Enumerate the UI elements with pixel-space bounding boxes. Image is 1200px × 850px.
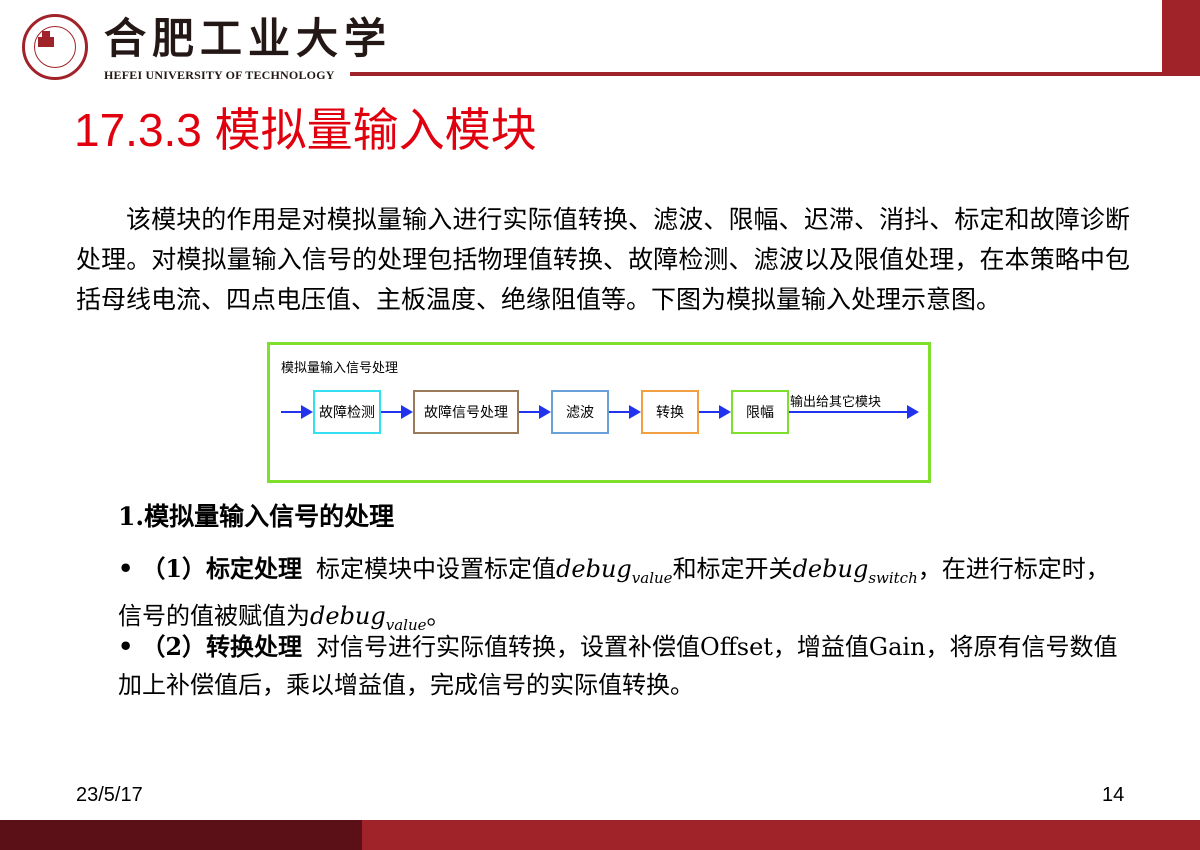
bullet-conversion: • （2）转换处理 对信号进行实际值转换，设置补偿值Offset，增益值Gain，将… bbox=[118, 628, 1128, 704]
university-logo-seal bbox=[22, 14, 88, 80]
math-subscript: value bbox=[631, 568, 673, 587]
page-number: 14 bbox=[1102, 784, 1125, 806]
bullet-text: 标定模块中设置标定值 bbox=[316, 555, 557, 583]
flow-arrow bbox=[519, 405, 551, 419]
footer-bar-red bbox=[362, 820, 1200, 850]
flow-box-fault-signal: 故障信号处理 bbox=[413, 390, 519, 434]
bullet-text: 和标定开关 bbox=[672, 555, 793, 583]
footer-bar-dark bbox=[0, 820, 362, 850]
diagram-caption: 模拟量输入信号处理 bbox=[281, 361, 399, 376]
header-corner-block bbox=[1162, 0, 1200, 76]
slide-date: 23/5/17 bbox=[76, 784, 143, 806]
flow-box-convert: 转换 bbox=[641, 390, 699, 434]
bullet-lead: （2）转换处理 bbox=[141, 632, 303, 661]
flow-arrow-out bbox=[789, 405, 919, 419]
bullet-text: 。 bbox=[426, 601, 451, 630]
header-divider bbox=[350, 72, 1162, 76]
flow-output-label: 输出给其它模块 bbox=[790, 395, 882, 410]
flow-arrow bbox=[381, 405, 413, 419]
bullet-lead: （1）标定处理 bbox=[141, 554, 303, 583]
bullet-marker: • bbox=[118, 632, 134, 661]
math-debug-value: debugvalue bbox=[310, 601, 427, 634]
seal-inner-ring bbox=[34, 26, 76, 68]
math-base: debug bbox=[556, 555, 632, 583]
flow-box-fault-detect: 故障检测 bbox=[313, 390, 381, 434]
math-base: debug bbox=[310, 601, 386, 630]
math-debug-switch: debugswitch bbox=[792, 555, 918, 587]
university-name-cn: 合肥工业大学 bbox=[104, 14, 393, 63]
flow-arrow bbox=[699, 405, 731, 419]
building-icon bbox=[38, 31, 54, 47]
intro-paragraph: 该模块的作用是对模拟量输入进行实际值转换、滤波、限幅、迟滞、消抖、标定和故障诊断… bbox=[76, 205, 1130, 314]
university-name-en: HEFEI UNIVERSITY OF TECHNOLOGY bbox=[104, 68, 335, 82]
flow-arrow-in bbox=[281, 405, 313, 419]
flow-box-filter: 滤波 bbox=[551, 390, 609, 434]
math-debug-value: debugvalue bbox=[556, 555, 673, 587]
math-subscript: switch bbox=[868, 568, 918, 587]
math-base: debug bbox=[792, 555, 869, 583]
bullet-marker: • bbox=[118, 554, 134, 583]
slide-title: 17.3.3 模拟量输入模块 bbox=[74, 104, 537, 156]
flow-box-limit: 限幅 bbox=[731, 390, 789, 434]
section-heading: 1.模拟量输入信号的处理 bbox=[118, 502, 395, 531]
flow-arrow bbox=[609, 405, 641, 419]
processing-flow-diagram: 模拟量输入信号处理 故障检测 故障信号处理 滤波 转换 限幅 输出给其它模块 bbox=[267, 342, 931, 483]
